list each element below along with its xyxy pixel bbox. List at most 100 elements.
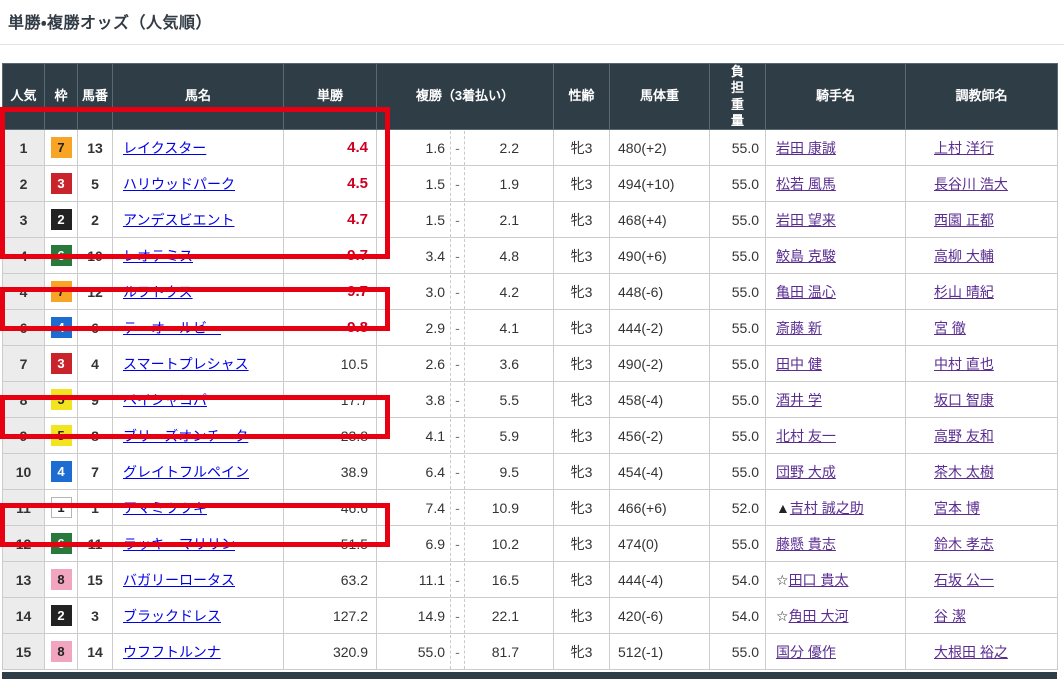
frame-badge: 4 <box>51 317 72 338</box>
frame-cell: 5 <box>45 418 78 454</box>
table-row: 13 8 15 バガリーロータス 63.2 11.1 - 16.5 牝3 444… <box>3 562 1058 598</box>
jockey-link[interactable]: 斎藤 新 <box>776 320 822 336</box>
horse-name-cell: ペイシャコパ <box>113 382 284 418</box>
carried-weight: 55.0 <box>710 130 766 166</box>
place-odds-separator: - <box>451 167 465 201</box>
jockey-link[interactable]: 酒井 学 <box>776 392 822 408</box>
trainer-cell: 谷 潔 <box>906 598 1058 634</box>
jockey-link[interactable]: 岩田 康誠 <box>776 140 836 156</box>
horse-name-link[interactable]: ブラックドレス <box>123 608 221 624</box>
jockey-cell: ☆田口 貴太 <box>766 562 906 598</box>
jockey-link[interactable]: 松若 風馬 <box>776 176 836 192</box>
trainer-link[interactable]: 高野 友和 <box>934 428 994 444</box>
trainer-link[interactable]: 谷 潔 <box>934 608 966 624</box>
col-header-win-odds: 単勝 <box>284 64 377 130</box>
sex-age: 牝3 <box>554 274 610 310</box>
trainer-cell: 宮本 博 <box>906 490 1058 526</box>
trainer-link[interactable]: 大根田 裕之 <box>934 644 1008 660</box>
win-odds: 46.6 <box>341 500 368 516</box>
horse-name-link[interactable]: ペイシャコパ <box>123 392 207 408</box>
trainer-cell: 上村 洋行 <box>906 130 1058 166</box>
win-odds: 38.9 <box>341 464 368 480</box>
place-odds-min: 2.6 <box>377 347 451 381</box>
frame-badge: 2 <box>51 209 72 230</box>
win-odds: 9.8 <box>347 319 368 336</box>
trainer-link[interactable]: 宮本 博 <box>934 500 980 516</box>
trainer-link[interactable]: 石坂 公一 <box>934 572 994 588</box>
jockey-link[interactable]: 亀田 温心 <box>776 284 836 300</box>
horse-name-link[interactable]: スマートプレシャス <box>123 356 249 372</box>
jockey-link[interactable]: 岩田 望来 <box>776 212 836 228</box>
table-row: 10 4 7 グレイトフルペイン 38.9 6.4 - 9.5 牝3 454(-… <box>3 454 1058 490</box>
horse-name-link[interactable]: ラッキーマリリン <box>123 536 235 552</box>
horse-name-link[interactable]: ブリーズオンチーク <box>123 428 248 444</box>
win-odds: 23.8 <box>341 428 368 444</box>
horse-name-link[interactable]: レオテミス <box>123 248 193 264</box>
trainer-link[interactable]: 上村 洋行 <box>934 140 994 156</box>
horse-weight: 468(+4) <box>610 202 710 238</box>
horse-name-link[interactable]: テーオールビー <box>123 320 221 336</box>
horse-name-link[interactable]: ルフトクス <box>123 284 193 300</box>
page-title: 単勝・複勝オッズ（人気順） <box>8 15 212 32</box>
horse-name-link[interactable]: アマミツツキ <box>123 500 207 516</box>
jockey-link[interactable]: 田中 健 <box>776 356 822 372</box>
frame-badge: 7 <box>51 281 72 302</box>
jockey-link[interactable]: 田口 貴太 <box>789 572 849 588</box>
col-header-trainer: 調教師名 <box>906 64 1058 130</box>
win-odds: 127.2 <box>333 608 368 624</box>
horse-weight: 444(-4) <box>610 562 710 598</box>
trainer-link[interactable]: 中村 直也 <box>934 356 994 372</box>
win-odds: 9.7 <box>347 247 368 264</box>
jockey-link[interactable]: 藤懸 貴志 <box>776 536 836 552</box>
place-odds-max: 5.5 <box>465 383 553 417</box>
sex-age: 牝3 <box>554 130 610 166</box>
place-odds-max: 4.8 <box>465 239 553 273</box>
jockey-cell: 酒井 学 <box>766 382 906 418</box>
horse-name-link[interactable]: ハリウッドパーク <box>123 176 235 192</box>
horse-weight: 420(-6) <box>610 598 710 634</box>
col-header-horse-weight: 馬体重 <box>610 64 710 130</box>
jockey-link[interactable]: 団野 大成 <box>776 464 836 480</box>
place-odds-separator: - <box>451 455 465 489</box>
trainer-link[interactable]: 鈴木 孝志 <box>934 536 994 552</box>
horse-name-cell: テーオールビー <box>113 310 284 346</box>
carried-weight: 54.0 <box>710 598 766 634</box>
table-row: 6 4 6 テーオールビー 9.8 2.9 - 4.1 牝3 444(-2) 5… <box>3 310 1058 346</box>
horse-name-link[interactable]: レイクスター <box>123 140 206 156</box>
horse-name-link[interactable]: アンデスビエント <box>123 212 234 228</box>
place-odds-min: 2.9 <box>377 311 451 345</box>
horse-number: 2 <box>78 202 113 238</box>
sex-age: 牝3 <box>554 454 610 490</box>
trainer-link[interactable]: 杉山 晴紀 <box>934 284 994 300</box>
horse-name-cell: グレイトフルペイン <box>113 454 284 490</box>
trainer-link[interactable]: 坂口 智康 <box>934 392 994 408</box>
win-odds-cell: 63.2 <box>284 562 377 598</box>
trainer-link[interactable]: 茶木 太樹 <box>934 464 994 480</box>
trainer-link[interactable]: 宮 徹 <box>934 320 966 336</box>
horse-name-link[interactable]: グレイトフルペイン <box>123 464 249 480</box>
table-row: 7 3 4 スマートプレシャス 10.5 2.6 - 3.6 牝3 490(-2… <box>3 346 1058 382</box>
trainer-cell: 高柳 大輔 <box>906 238 1058 274</box>
place-odds-separator: - <box>451 239 465 273</box>
horse-number: 15 <box>78 562 113 598</box>
place-odds-min: 11.1 <box>377 563 451 597</box>
jockey-link[interactable]: 吉村 誠之助 <box>790 500 864 516</box>
jockey-link[interactable]: 国分 優作 <box>776 644 836 660</box>
win-odds: 4.7 <box>347 211 368 228</box>
horse-name-link[interactable]: バガリーロータス <box>123 572 235 588</box>
place-odds-separator: - <box>451 275 465 309</box>
jockey-link[interactable]: 北村 友一 <box>776 428 836 444</box>
place-odds-separator: - <box>451 383 465 417</box>
place-odds-max: 4.2 <box>465 275 553 309</box>
trainer-link[interactable]: 高柳 大輔 <box>934 248 994 264</box>
sex-age: 牝3 <box>554 382 610 418</box>
horse-name-cell: レイクスター <box>113 130 284 166</box>
trainer-link[interactable]: 西園 正都 <box>934 212 994 228</box>
trainer-link[interactable]: 長谷川 浩大 <box>934 176 1008 192</box>
popularity-rank: 15 <box>3 634 45 670</box>
horse-name-link[interactable]: ウフフトルンナ <box>123 644 221 660</box>
place-odds-cell: 6.9 - 10.2 <box>377 526 554 562</box>
jockey-cell: 国分 優作 <box>766 634 906 670</box>
jockey-link[interactable]: 鮫島 克駿 <box>776 248 836 264</box>
jockey-link[interactable]: 角田 大河 <box>789 608 849 624</box>
